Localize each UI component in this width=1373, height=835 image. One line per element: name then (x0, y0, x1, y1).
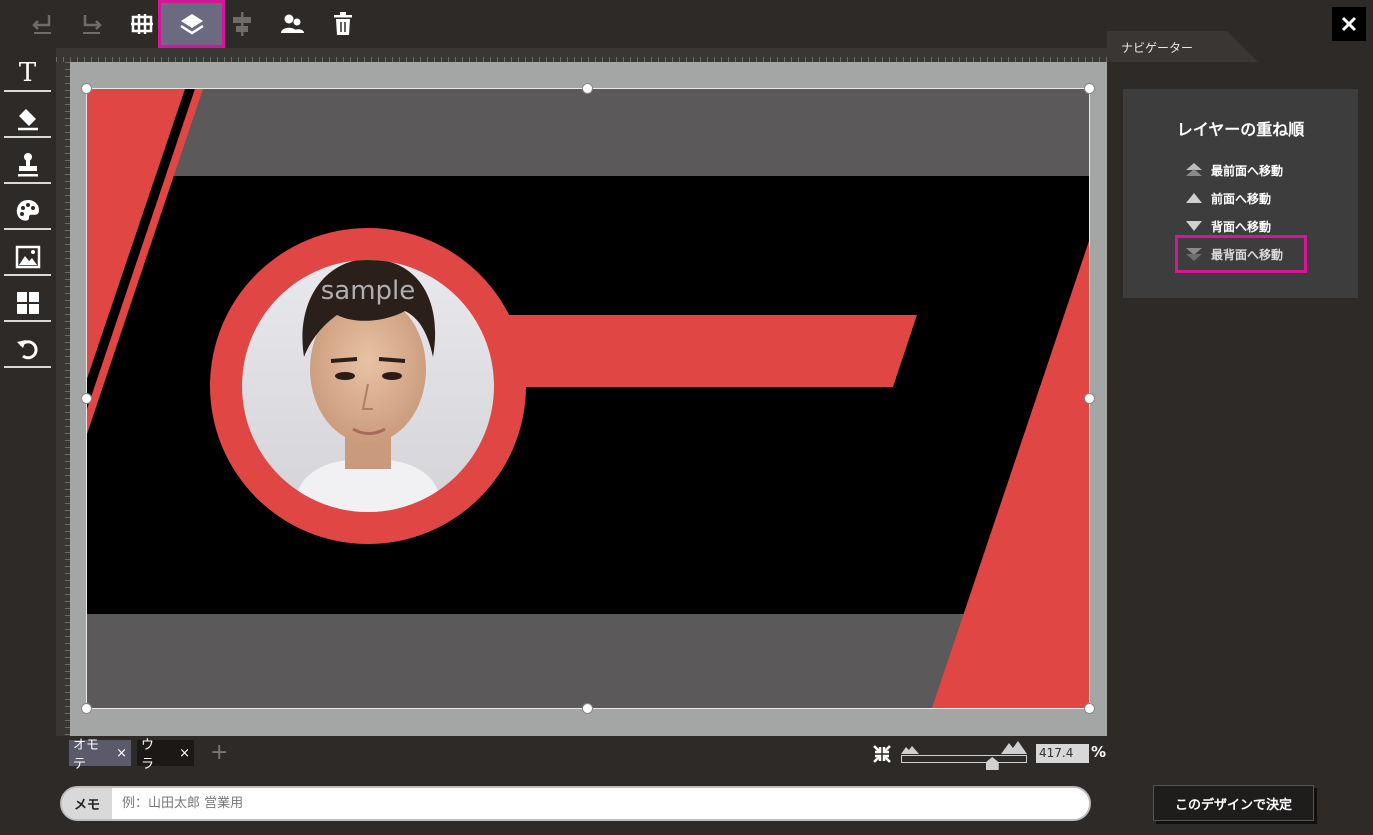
redo-button[interactable] (72, 4, 112, 44)
editor-app: T sample ナビゲーター レイヤーの重ね順 最前面へ移動 前面へ移動 背面… (0, 0, 1373, 835)
send-backward-button[interactable]: 背面へ移動 (1185, 216, 1271, 236)
image-tool[interactable] (4, 240, 51, 276)
rotate-icon (16, 340, 38, 360)
text-tool-glyph: T (18, 58, 37, 88)
person-icon (281, 14, 304, 33)
layers-button[interactable] (158, 0, 225, 48)
undo-button[interactable] (22, 4, 62, 44)
close-page-front-icon[interactable]: × (116, 746, 127, 761)
page-tab-back[interactable]: ウラ × (137, 738, 194, 772)
layout-icon (16, 292, 39, 314)
zoom-value-field[interactable]: 417.4 (1036, 744, 1089, 763)
zoom-fit-button[interactable] (872, 744, 892, 768)
resize-handle-right[interactable] (1084, 393, 1095, 404)
stamp-tool[interactable] (4, 148, 51, 184)
vertical-ruler (56, 62, 70, 736)
horizontal-ruler (56, 48, 1107, 62)
design-artwork: sample (87, 89, 1089, 708)
layout-tool[interactable] (4, 286, 51, 322)
zoom-unit: % (1091, 743, 1107, 761)
close-icon (1341, 16, 1357, 32)
trash-button[interactable] (323, 4, 363, 44)
add-page-button[interactable]: + (210, 740, 228, 765)
bring-forward-label: 前面へ移動 (1211, 191, 1272, 206)
zoom-out-mountain-icon (901, 746, 919, 754)
bring-forward-icon (1185, 189, 1211, 207)
zoom-in-mountain-icon (1001, 741, 1027, 754)
eraser-tool[interactable] (4, 102, 51, 138)
close-button[interactable] (1332, 7, 1366, 41)
page-tab-front-label: オモテ (73, 738, 100, 772)
stamp-icon (17, 153, 38, 177)
resize-handle-bottom-right[interactable] (1084, 703, 1095, 714)
resize-handle-top[interactable] (582, 83, 593, 94)
red-arm-bar (467, 315, 917, 387)
image-icon (15, 245, 40, 269)
memo-input[interactable] (112, 788, 1089, 819)
bring-to-front-label: 最前面へ移動 (1211, 163, 1284, 178)
person-button[interactable] (272, 4, 312, 44)
confirm-design-button[interactable]: このデザインで決定 (1153, 785, 1314, 821)
send-backward-label: 背面へ移動 (1211, 219, 1272, 234)
navigator-tab-label: ナビゲーター (1121, 41, 1193, 55)
layers-icon (179, 14, 204, 35)
page-tab-front[interactable]: オモテ × (69, 738, 131, 772)
grid-icon (131, 14, 153, 34)
send-backward-icon (1185, 217, 1211, 235)
palette-icon (16, 200, 39, 221)
navigator-tab[interactable]: ナビゲーター (1107, 31, 1259, 63)
canvas-area[interactable]: sample (70, 62, 1107, 736)
resize-handle-left[interactable] (81, 393, 92, 404)
zoom-slider[interactable] (901, 755, 1027, 763)
top-gray-band (87, 89, 1089, 176)
page-tab-back-label: ウラ (141, 738, 155, 772)
grid-button[interactable] (122, 4, 162, 44)
undo-icon (32, 15, 51, 34)
left-toolbar: T (0, 48, 56, 736)
page-bar: オモテ × ウラ × (0, 736, 1373, 772)
rotate-tool[interactable] (4, 332, 51, 368)
eraser-icon (17, 109, 38, 131)
trash-icon (334, 12, 352, 35)
text-tool[interactable]: T (4, 56, 51, 92)
bring-to-front-icon (1185, 161, 1211, 179)
align-icon (233, 12, 251, 36)
bring-forward-button[interactable]: 前面へ移動 (1185, 188, 1271, 208)
shrink-arrows-icon (873, 745, 891, 763)
resize-handle-bottom[interactable] (582, 703, 593, 714)
palette-tool[interactable] (4, 194, 51, 230)
memo-label: メモ (62, 788, 112, 819)
resize-handle-top-left[interactable] (81, 83, 92, 94)
resize-handle-bottom-left[interactable] (81, 703, 92, 714)
memo-field-wrapper: メモ (60, 786, 1091, 821)
bring-to-front-button[interactable]: 最前面へ移動 (1185, 160, 1283, 180)
resize-handle-top-right[interactable] (1084, 83, 1095, 94)
business-card-design[interactable]: sample (87, 89, 1089, 708)
align-button[interactable] (222, 4, 262, 44)
sample-watermark: sample (321, 276, 416, 306)
layer-order-title: レイヤーの重ね順 (1176, 120, 1305, 139)
close-page-back-icon[interactable]: × (179, 746, 190, 761)
redo-icon (83, 15, 102, 34)
layer-order-box: レイヤーの重ね順 最前面へ移動 前面へ移動 背面へ移動 最背面へ移動 (1123, 89, 1358, 298)
send-to-back-highlight (1175, 235, 1307, 273)
